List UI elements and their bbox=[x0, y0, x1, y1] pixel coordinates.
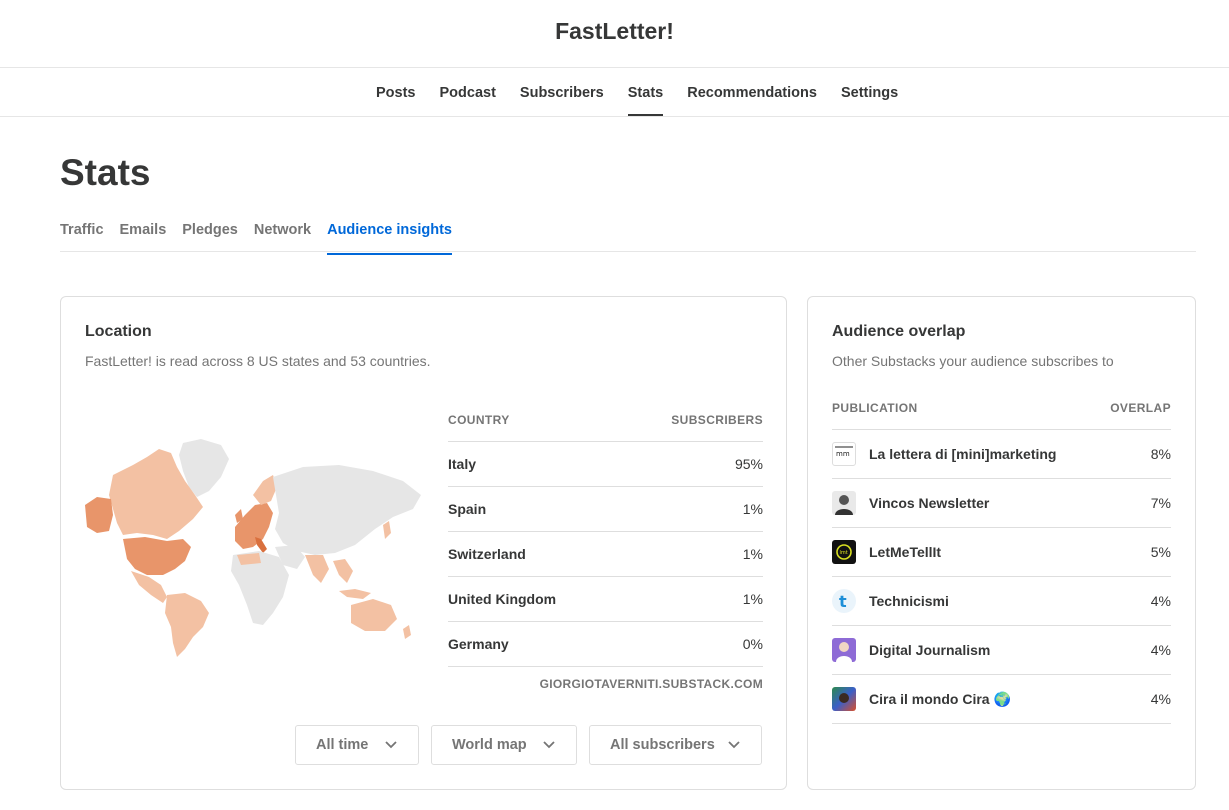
country-value: 95% bbox=[734, 456, 763, 472]
overlap-row[interactable]: Cira il mondo Cira 🌍 4% bbox=[832, 675, 1171, 724]
mm-logo-icon: mm bbox=[832, 442, 856, 466]
map-usa bbox=[123, 537, 191, 575]
overlap-subtitle: Other Substacks your audience subscribes… bbox=[832, 353, 1114, 369]
country-value: 1% bbox=[742, 546, 763, 562]
country-name: Germany bbox=[448, 636, 509, 652]
map-se-asia bbox=[333, 559, 353, 583]
world-map[interactable] bbox=[83, 435, 429, 661]
overlap-table: PUBLICATION OVERLAP mm La lettera di [mi… bbox=[832, 401, 1171, 724]
map-new-zealand bbox=[403, 625, 411, 639]
view-select-value: World map bbox=[452, 737, 527, 753]
map-alaska bbox=[85, 497, 113, 533]
overlap-title: Audience overlap bbox=[832, 323, 966, 340]
map-japan bbox=[383, 521, 391, 539]
svg-text:lmt: lmt bbox=[840, 550, 848, 556]
overlap-row[interactable]: Digital Journalism 4% bbox=[832, 626, 1171, 675]
country-value: 0% bbox=[742, 636, 763, 652]
overlap-value: 7% bbox=[1150, 495, 1171, 511]
publication-title[interactable]: FastLetter! bbox=[0, 18, 1229, 45]
table-row: Spain 1% bbox=[448, 487, 763, 532]
portrait-avatar-icon bbox=[832, 491, 856, 515]
map-scandinavia bbox=[253, 475, 277, 505]
chevron-down-icon bbox=[543, 741, 555, 749]
table-row: Germany 0% bbox=[448, 622, 763, 667]
overlap-row[interactable]: Vincos Newsletter 7% bbox=[832, 479, 1171, 528]
nav-subscribers[interactable]: Subscribers bbox=[520, 68, 604, 117]
tab-traffic[interactable]: Traffic bbox=[60, 222, 104, 255]
photo-avatar-icon bbox=[832, 687, 856, 711]
country-table-header: COUNTRY SUBSCRIBERS bbox=[448, 413, 763, 442]
country-table: COUNTRY SUBSCRIBERS Italy 95% Spain 1% S… bbox=[448, 413, 763, 691]
map-indonesia bbox=[339, 589, 371, 599]
col-country[interactable]: COUNTRY bbox=[448, 413, 510, 441]
stats-tabs: Traffic Emails Pledges Network Audience … bbox=[60, 222, 1196, 255]
nav-stats[interactable]: Stats bbox=[627, 68, 664, 117]
portrait-avatar-icon bbox=[832, 638, 856, 662]
table-row: United Kingdom 1% bbox=[448, 577, 763, 622]
map-mexico bbox=[131, 571, 167, 603]
map-india bbox=[305, 555, 329, 583]
overlap-row[interactable]: t Technicismi 4% bbox=[832, 577, 1171, 626]
main-nav: Posts Podcast Subscribers Stats Recommen… bbox=[0, 68, 1229, 117]
period-select-value: All time bbox=[316, 737, 369, 753]
publication-name[interactable]: LetMeTellIt bbox=[869, 544, 1151, 560]
overlap-table-header: PUBLICATION OVERLAP bbox=[832, 401, 1171, 430]
source-url: GIORGIOTAVERNITI.SUBSTACK.COM bbox=[539, 677, 763, 691]
tab-emails[interactable]: Emails bbox=[120, 222, 167, 255]
t-logo-icon: t bbox=[832, 589, 856, 613]
nav-podcast[interactable]: Podcast bbox=[440, 68, 496, 117]
col-subscribers[interactable]: SUBSCRIBERS bbox=[671, 413, 763, 441]
tab-network[interactable]: Network bbox=[254, 222, 311, 255]
publication-name[interactable]: Vincos Newsletter bbox=[869, 495, 1151, 511]
nav-posts[interactable]: Posts bbox=[376, 68, 416, 117]
country-name: Spain bbox=[448, 501, 487, 517]
location-subtitle: FastLetter! is read across 8 US states a… bbox=[85, 353, 431, 369]
publication-name[interactable]: La lettera di [mini]marketing bbox=[869, 446, 1151, 462]
map-asia bbox=[273, 465, 421, 555]
map-north-africa bbox=[237, 553, 261, 565]
country-name: Italy bbox=[448, 456, 477, 472]
col-publication: PUBLICATION bbox=[832, 401, 918, 415]
nav-settings[interactable]: Settings bbox=[841, 68, 898, 117]
table-row: Italy 95% bbox=[448, 442, 763, 487]
audience-overlap-card: Audience overlap Other Substacks your au… bbox=[807, 296, 1196, 790]
svg-text:t: t bbox=[839, 592, 847, 611]
publication-name[interactable]: Cira il mondo Cira 🌍 bbox=[869, 691, 1151, 708]
map-australia bbox=[351, 599, 397, 631]
overlap-value: 4% bbox=[1150, 691, 1171, 707]
location-title: Location bbox=[85, 323, 152, 340]
map-south-america bbox=[165, 593, 209, 657]
segment-select[interactable]: All subscribers bbox=[589, 725, 762, 765]
svg-text:mm: mm bbox=[836, 450, 850, 458]
overlap-value: 4% bbox=[1150, 642, 1171, 658]
nav-recommendations[interactable]: Recommendations bbox=[687, 68, 817, 117]
country-name: Switzerland bbox=[448, 546, 526, 562]
overlap-value: 5% bbox=[1150, 544, 1171, 560]
overlap-row[interactable]: lmt LetMeTellIt 5% bbox=[832, 528, 1171, 577]
publication-name[interactable]: Technicismi bbox=[869, 593, 1151, 609]
country-name: United Kingdom bbox=[448, 591, 557, 607]
col-overlap: OVERLAP bbox=[1110, 401, 1171, 415]
segment-select-value: All subscribers bbox=[610, 737, 715, 753]
chevron-down-icon bbox=[728, 741, 740, 749]
tab-pledges[interactable]: Pledges bbox=[182, 222, 238, 255]
overlap-value: 4% bbox=[1150, 593, 1171, 609]
overlap-value: 8% bbox=[1150, 446, 1171, 462]
top-header: FastLetter! bbox=[0, 0, 1229, 68]
overlap-row[interactable]: mm La lettera di [mini]marketing 8% bbox=[832, 430, 1171, 479]
tab-audience-insights[interactable]: Audience insights bbox=[327, 222, 452, 255]
view-select[interactable]: World map bbox=[431, 725, 577, 765]
period-select[interactable]: All time bbox=[295, 725, 419, 765]
country-value: 1% bbox=[742, 501, 763, 517]
publication-name[interactable]: Digital Journalism bbox=[869, 642, 1151, 658]
lmt-logo-icon: lmt bbox=[832, 540, 856, 564]
page-title: Stats bbox=[60, 152, 151, 193]
table-row: Switzerland 1% bbox=[448, 532, 763, 577]
chevron-down-icon bbox=[385, 741, 397, 749]
location-card: Location FastLetter! is read across 8 US… bbox=[60, 296, 787, 790]
country-value: 1% bbox=[742, 591, 763, 607]
map-italy bbox=[255, 537, 267, 553]
